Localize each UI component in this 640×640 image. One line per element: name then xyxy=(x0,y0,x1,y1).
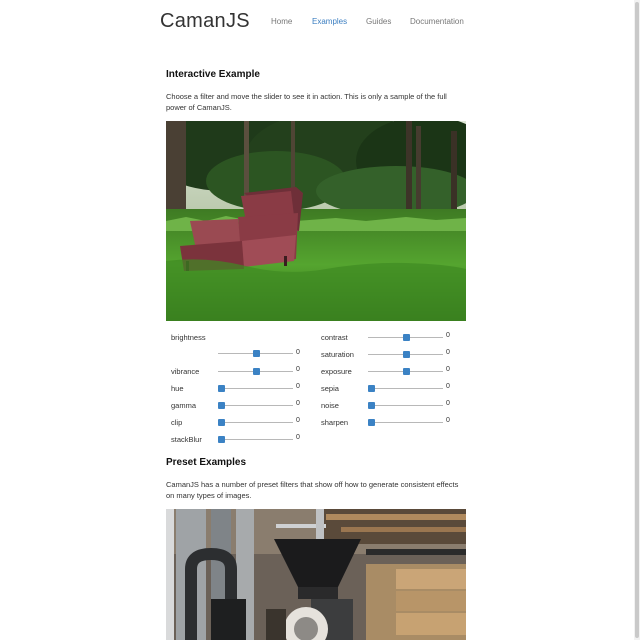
vibrance-value: 0 xyxy=(296,366,300,373)
contrast-value: 0 xyxy=(446,332,450,339)
gamma-slider-handle[interactable] xyxy=(218,402,225,409)
saturation-slider[interactable] xyxy=(368,351,443,359)
stackblur-slider-track xyxy=(218,439,293,440)
clip-value: 0 xyxy=(296,417,300,424)
coffee-roaster-image xyxy=(166,509,466,640)
clip-label: clip xyxy=(171,418,183,427)
hue-label: hue xyxy=(171,384,184,393)
sharpen-label: sharpen xyxy=(321,418,349,427)
exposure-value: 0 xyxy=(446,366,450,373)
gamma-slider[interactable] xyxy=(218,402,293,410)
sepia-slider-handle[interactable] xyxy=(368,385,375,392)
site-logo[interactable]: CamanJS xyxy=(160,10,250,33)
clip-slider-track xyxy=(218,422,293,423)
noise-slider[interactable] xyxy=(368,402,443,410)
contrast-slider[interactable] xyxy=(368,334,443,342)
vibrance-label: vibrance xyxy=(171,367,200,376)
page-scrollbar[interactable] xyxy=(634,0,640,640)
brightness-slider[interactable] xyxy=(218,350,293,358)
stackblur-label: stackBlur xyxy=(171,435,202,444)
gamma-value: 0 xyxy=(296,400,300,407)
exposure-slider[interactable] xyxy=(368,368,443,376)
saturation-label: saturation xyxy=(321,350,354,359)
preset-examples-heading: Preset Examples xyxy=(166,457,247,468)
scrollbar-thumb[interactable] xyxy=(635,2,639,638)
sharpen-slider-handle[interactable] xyxy=(368,419,375,426)
hue-value: 0 xyxy=(296,383,300,390)
stackblur-slider[interactable] xyxy=(218,436,293,444)
stackblur-slider-handle[interactable] xyxy=(218,436,225,443)
sharpen-slider-track xyxy=(368,422,443,423)
clip-slider[interactable] xyxy=(218,419,293,427)
example-photo-roaster xyxy=(166,509,466,640)
exposure-label: exposure xyxy=(321,367,352,376)
chair-in-grass-image xyxy=(166,121,466,321)
vibrance-slider[interactable] xyxy=(218,368,293,376)
contrast-slider-handle[interactable] xyxy=(402,334,410,341)
sepia-slider[interactable] xyxy=(368,385,443,393)
gamma-slider-track xyxy=(218,405,293,406)
nav-documentation[interactable]: Documentation xyxy=(410,17,464,26)
saturation-value: 0 xyxy=(446,349,450,356)
noise-slider-handle[interactable] xyxy=(368,402,375,409)
brightness-label: brightness xyxy=(171,333,206,342)
exposure-slider-handle[interactable] xyxy=(402,368,410,375)
hue-slider[interactable] xyxy=(218,385,293,393)
sharpen-value: 0 xyxy=(446,417,450,424)
contrast-label: contrast xyxy=(321,333,348,342)
interactive-example-heading: Interactive Example xyxy=(166,69,260,80)
hue-slider-track xyxy=(218,388,293,389)
nav-home[interactable]: Home xyxy=(271,17,292,26)
noise-slider-track xyxy=(368,405,443,406)
sharpen-slider[interactable] xyxy=(368,419,443,427)
sepia-value: 0 xyxy=(446,383,450,390)
hue-slider-handle[interactable] xyxy=(218,385,225,392)
nav-guides[interactable]: Guides xyxy=(366,17,391,26)
brightness-value: 0 xyxy=(296,349,300,356)
noise-value: 0 xyxy=(446,400,450,407)
nav-examples[interactable]: Examples xyxy=(312,17,347,26)
sepia-label: sepia xyxy=(321,384,339,393)
example-photo-chair xyxy=(166,121,466,321)
preset-examples-description: CamanJS has a number of preset filters t… xyxy=(166,480,459,500)
vibrance-slider-handle[interactable] xyxy=(252,368,260,375)
saturation-slider-handle[interactable] xyxy=(402,351,410,358)
stackblur-value: 0 xyxy=(296,434,300,441)
noise-label: noise xyxy=(321,401,339,410)
clip-slider-handle[interactable] xyxy=(218,419,225,426)
sepia-slider-track xyxy=(368,388,443,389)
brightness-slider-handle[interactable] xyxy=(252,350,260,357)
interactive-example-description: Choose a filter and move the slider to s… xyxy=(166,92,447,112)
gamma-label: gamma xyxy=(171,401,197,410)
page: CamanJS Home Examples Guides Documentati… xyxy=(0,0,634,640)
